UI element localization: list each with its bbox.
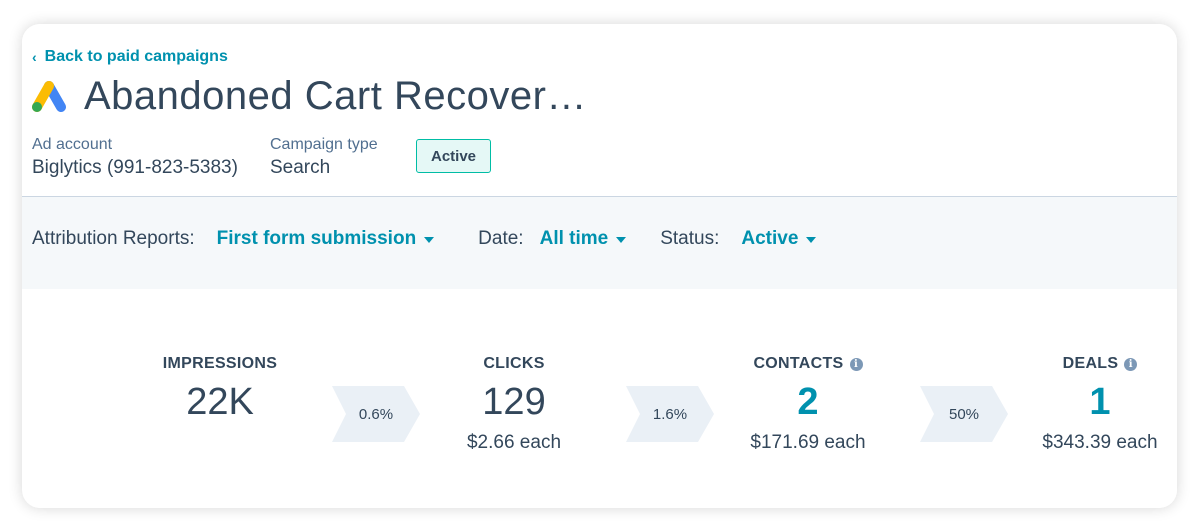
date-value: All time xyxy=(539,228,609,249)
metrics-funnel: IMPRESSIONS 22K 0.6% CLICKS 129 $2.66 ea… xyxy=(32,289,1177,508)
ad-account-label: Ad account xyxy=(32,136,113,153)
conversion-rate-value: 1.6% xyxy=(652,405,688,423)
conversion-rate-value: 0.6% xyxy=(358,405,394,423)
attribution-label: Attribution Reports: xyxy=(32,228,195,249)
filter-row: Attribution Reports: First form submissi… xyxy=(32,228,817,250)
metric-cost-each: $2.66 each xyxy=(466,432,562,453)
metric-label: IMPRESSIONS xyxy=(162,355,278,372)
metric-clicks: CLICKS 129 $2.66 each xyxy=(414,355,614,454)
conversion-rate-chevron: 50% xyxy=(920,386,1008,442)
campaign-card: ‹ Back to paid campaigns Abandoned Cart … xyxy=(22,24,1177,508)
campaign-type-label: Campaign type xyxy=(270,136,378,153)
info-icon[interactable]: i xyxy=(849,357,863,371)
campaign-type-info: Campaign type Search xyxy=(270,136,378,179)
metric-impressions: IMPRESSIONS 22K xyxy=(120,355,320,424)
caret-down-icon xyxy=(806,237,817,243)
metric-value-link[interactable]: 1 xyxy=(1000,381,1177,424)
date-dropdown[interactable]: All time xyxy=(540,228,627,250)
attribution-value: First form submission xyxy=(216,228,417,249)
status-label: Status: xyxy=(660,228,720,249)
metric-label-text: CONTACTS xyxy=(753,355,844,372)
metric-label: CLICKS xyxy=(483,355,545,372)
metric-value: 22K xyxy=(186,381,254,423)
info-icon[interactable]: i xyxy=(1124,357,1138,371)
conversion-rate-chevron: 1.6% xyxy=(626,386,714,442)
metric-contacts: CONTACTS i 2 $171.69 each xyxy=(708,355,908,454)
metric-cost-each: $171.69 each xyxy=(750,432,866,453)
attribution-dropdown[interactable]: First form submission xyxy=(217,228,435,250)
caret-down-icon xyxy=(424,237,435,243)
ad-account-value: Biglytics (991-823-5383) xyxy=(32,157,238,178)
title-row: Abandoned Cart Recover… xyxy=(30,74,587,119)
status-value: Active xyxy=(741,228,799,249)
conversion-rate-value: 50% xyxy=(948,405,980,423)
date-label: Date: xyxy=(478,228,524,249)
conversion-rate-chevron: 0.6% xyxy=(332,386,420,442)
back-link-label: Back to paid campaigns xyxy=(44,48,228,65)
metric-label-text: DEALS xyxy=(1062,355,1119,372)
caret-down-icon xyxy=(616,237,627,243)
metric-cost-each: $343.39 each xyxy=(1042,432,1158,453)
chevron-left-icon: ‹ xyxy=(32,49,37,65)
metric-deals: DEALS i 1 $343.39 each xyxy=(1000,355,1177,454)
status-badge: Active xyxy=(416,139,491,173)
status-dropdown[interactable]: Active xyxy=(741,228,817,250)
ad-account-info: Ad account Biglytics (991-823-5383) xyxy=(32,136,238,179)
metric-value: 129 xyxy=(482,381,546,423)
metric-value-link[interactable]: 2 xyxy=(708,381,908,424)
back-to-campaigns-link[interactable]: ‹ Back to paid campaigns xyxy=(32,48,228,66)
page-title: Abandoned Cart Recover… xyxy=(84,74,587,118)
metric-label: CONTACTS i xyxy=(708,355,908,373)
google-ads-logo-icon xyxy=(32,80,66,112)
campaign-type-value: Search xyxy=(270,157,331,178)
metric-label: DEALS i xyxy=(1000,355,1177,373)
